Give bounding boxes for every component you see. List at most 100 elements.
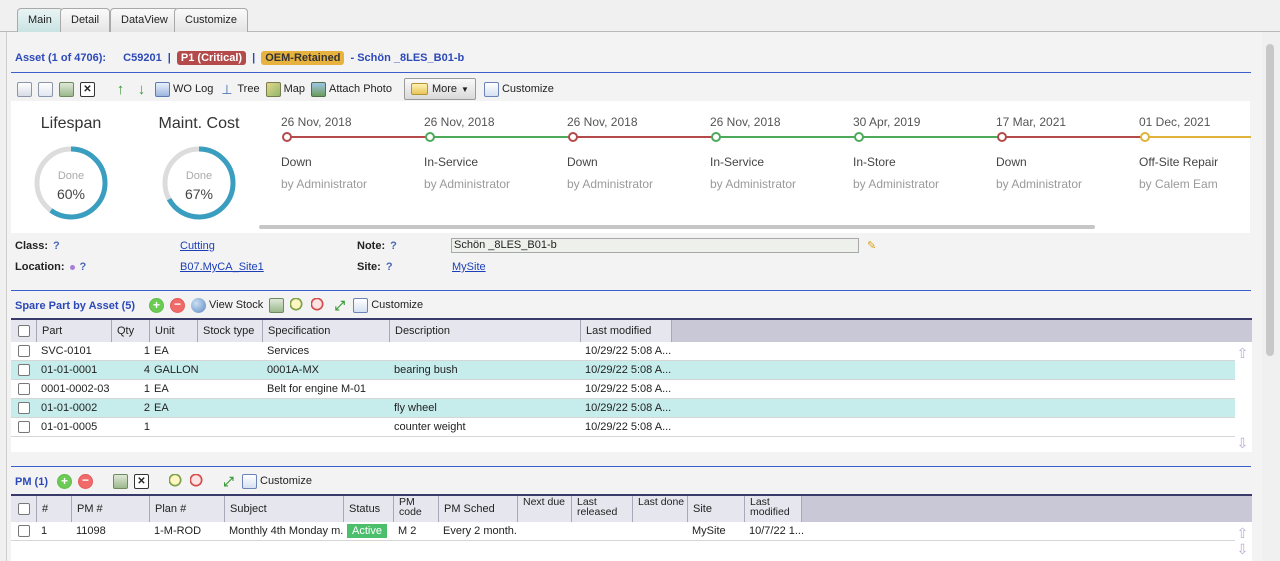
col-pm-code[interactable]: PM code [394, 496, 439, 522]
export-button[interactable] [267, 295, 286, 315]
cell-part: 01-01-0001 [41, 364, 98, 376]
table-row[interactable]: 01-01-0002 2 EA fly wheel 10/29/22 5:08 A... [11, 399, 1235, 418]
expand-button[interactable]: ⤢ [330, 295, 349, 315]
copy-button[interactable] [36, 79, 55, 99]
attach-photo-button[interactable]: Attach Photo [309, 79, 394, 99]
tab-customize[interactable]: Customize [174, 8, 248, 32]
tab-detail[interactable]: Detail [60, 8, 111, 32]
more-button[interactable]: More ▼ [403, 78, 476, 100]
row-checkbox[interactable] [18, 364, 30, 376]
scroll-down-icon[interactable]: ⇩ [1235, 436, 1250, 450]
pm-scrollbar[interactable]: ⇧ ⇩ [1235, 524, 1250, 560]
cell-qty: 1 [143, 383, 150, 395]
col-pm-sched[interactable]: PM Sched [439, 496, 518, 522]
col-stock-type[interactable]: Stock type [198, 320, 263, 342]
spare-part-title: Spare Part by Asset (5) [15, 300, 136, 312]
remove-button[interactable]: − [76, 471, 95, 491]
page-scrollbar[interactable] [1266, 44, 1274, 356]
expand-button[interactable]: ⤢ [219, 471, 238, 491]
previous-button[interactable]: ↑ [111, 79, 130, 99]
select-all-checkbox[interactable] [18, 325, 30, 337]
table-row[interactable]: 01-01-0001 4 GALLON 0001A-MX bearing bush 10/… [11, 361, 1235, 380]
map-label: Map [283, 83, 305, 95]
tree-button[interactable]: ⊥ Tree [217, 79, 261, 99]
col-last-done[interactable]: Last done [633, 496, 688, 522]
caret-down-icon: ▼ [461, 84, 469, 94]
col-last-released[interactable]: Last released [572, 496, 633, 522]
col-last-modified[interactable]: Last modified [581, 320, 672, 342]
delete-icon: ✕ [134, 473, 149, 489]
col-last-modified[interactable]: Last modified [745, 496, 802, 522]
cell-number: 1 [41, 525, 48, 537]
export-button[interactable] [57, 79, 76, 99]
spare-scrollbar[interactable]: ⇧ ⇩ [1235, 344, 1250, 454]
select-all-checkbox[interactable] [18, 503, 30, 515]
clear-search-button[interactable] [309, 295, 328, 315]
view-stock-button[interactable]: View Stock [189, 295, 265, 315]
note-field[interactable]: Schön _8LES_B01-b [451, 238, 859, 253]
timeline-date: 26 Nov, 2018 [424, 115, 495, 129]
clear-search-button[interactable] [188, 471, 207, 491]
table-row[interactable]: SVC-0101 1 EA Services 10/29/22 5:08 A... [11, 342, 1235, 361]
site-link[interactable]: MySite [452, 261, 486, 273]
cell-unit [150, 418, 154, 436]
timeline-connector [573, 136, 716, 138]
row-checkbox[interactable] [18, 421, 30, 433]
row-checkbox[interactable] [18, 402, 30, 414]
delete-button[interactable]: ✕ [132, 471, 151, 491]
col-pm-number[interactable]: PM # [72, 496, 150, 522]
add-button[interactable]: + [147, 295, 166, 315]
note-label: Note:? [357, 240, 397, 252]
scroll-down-icon[interactable]: ⇩ [1235, 542, 1250, 556]
col-site[interactable]: Site [688, 496, 745, 522]
export-button[interactable] [111, 471, 130, 491]
gauge-title: Maint. Cost [158, 115, 240, 132]
col-status[interactable]: Status [344, 496, 394, 522]
map-button[interactable]: Map [264, 79, 307, 99]
table-row[interactable]: 1 11098 1-M-ROD Monthly 4th Monday m... … [11, 522, 1235, 541]
col-next-due[interactable]: Next due [518, 496, 572, 522]
timeline-scrollbar[interactable] [259, 225, 1095, 229]
edit-button[interactable] [15, 79, 34, 99]
col-unit[interactable]: Unit [150, 320, 198, 342]
next-button[interactable]: ↓ [132, 79, 151, 99]
col-plan-number[interactable]: Plan # [150, 496, 225, 522]
col-number[interactable]: # [37, 496, 72, 522]
row-checkbox[interactable] [18, 345, 30, 357]
search-button[interactable] [288, 295, 307, 315]
location-link[interactable]: B07.MyCA_Site1 [180, 261, 264, 273]
cell-description: bearing bush [394, 364, 458, 376]
timeline-user: by Administrator [281, 177, 368, 191]
help-icon[interactable]: ? [80, 261, 87, 273]
table-row[interactable]: 01-01-0005 1 counter weight 10/29/22 5:08 A… [11, 418, 1235, 437]
delete-button[interactable]: ✕ [78, 79, 97, 99]
table-row[interactable]: 0001-0002-03 1 EA Belt for engine M-01 10/29… [11, 380, 1235, 399]
photo-icon [310, 81, 326, 97]
help-icon[interactable]: ? [386, 261, 393, 273]
search-button[interactable] [167, 471, 186, 491]
remove-button[interactable]: − [168, 295, 187, 315]
scroll-up-icon[interactable]: ⇧ [1235, 526, 1250, 540]
timeline-dot [568, 132, 578, 142]
scroll-up-icon[interactable]: ⇧ [1235, 346, 1250, 360]
help-icon[interactable]: ? [390, 240, 397, 252]
timeline-user: by Administrator [853, 177, 940, 191]
customize-button[interactable]: Customize [482, 79, 556, 99]
tab-dataview[interactable]: DataView [110, 8, 179, 32]
col-subject[interactable]: Subject [225, 496, 344, 522]
row-checkbox[interactable] [18, 525, 30, 537]
col-part[interactable]: Part [37, 320, 112, 342]
add-button[interactable]: + [55, 471, 74, 491]
col-description[interactable]: Description [390, 320, 581, 342]
customize-button[interactable]: Customize [240, 471, 314, 491]
tab-main[interactable]: Main [17, 8, 63, 33]
class-link[interactable]: Cutting [180, 240, 215, 252]
row-checkbox[interactable] [18, 383, 30, 395]
pencil-icon[interactable]: ✎ [867, 239, 876, 252]
customize-label: Customize [501, 83, 554, 95]
col-specification[interactable]: Specification [263, 320, 390, 342]
wo-log-button[interactable]: WO Log [153, 79, 215, 99]
col-qty[interactable]: Qty [112, 320, 150, 342]
help-icon[interactable]: ? [53, 240, 60, 252]
customize-button[interactable]: Customize [351, 295, 425, 315]
